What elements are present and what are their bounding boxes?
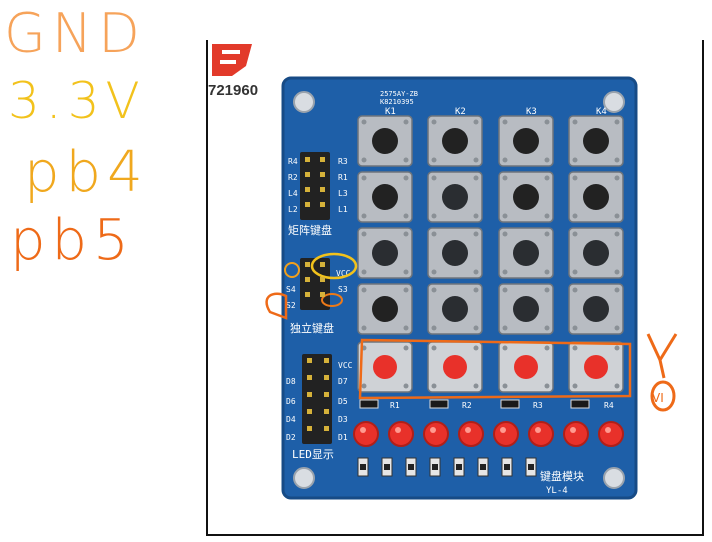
keypad-button <box>498 283 554 335</box>
resistor <box>570 399 590 409</box>
matrix-pin-r2: R2 <box>288 173 298 182</box>
resistor-label-r4: R4 <box>604 401 614 410</box>
matrix-pin-r1: R1 <box>338 173 348 182</box>
matrix-pin-l3: L3 <box>338 189 348 198</box>
keypad-button <box>568 115 624 167</box>
keypad-button <box>498 227 554 279</box>
led-pin-d6: D6 <box>286 397 296 406</box>
indep-pin-s2: S2 <box>286 301 296 310</box>
keypad-button <box>427 227 483 279</box>
header-pin <box>305 262 310 267</box>
header-pin <box>320 157 325 162</box>
module-name: 键盘模块 <box>540 469 584 483</box>
matrix-title: 矩阵键盘 <box>288 223 332 237</box>
red-led <box>388 421 414 447</box>
header-pin <box>307 409 312 414</box>
keypad-button <box>568 171 624 223</box>
led-pin-d1: D1 <box>338 433 348 442</box>
header-pin <box>307 426 312 431</box>
red-led <box>528 421 554 447</box>
independent-header <box>300 258 330 310</box>
keypad-button <box>357 171 413 223</box>
led-pin-d4: D4 <box>286 415 296 424</box>
header-pin <box>324 358 329 363</box>
matrix-header <box>300 152 330 220</box>
keypad-button <box>427 283 483 335</box>
header-pin <box>305 202 310 207</box>
keypad-button <box>357 227 413 279</box>
keypad-button <box>498 341 554 393</box>
keypad-button <box>568 341 624 393</box>
header-pin <box>320 262 325 267</box>
annotation-side-mark <box>646 333 678 379</box>
resistor <box>429 399 449 409</box>
matrix-pin-l4: L4 <box>288 189 298 198</box>
led-pin-d3: D3 <box>338 415 348 424</box>
keypad-button <box>568 227 624 279</box>
annotation-side-text: VI <box>652 391 664 405</box>
brand-number: 721960 <box>208 82 258 99</box>
matrix-pin-r4: R4 <box>288 157 298 166</box>
keypad-module-photo: 721960 2575AY-ZB K8210395 K1 K2 K3 K4 R4… <box>208 44 678 500</box>
top-label-2: K8210395 <box>380 98 414 106</box>
keypad-button <box>357 283 413 335</box>
red-led <box>598 421 624 447</box>
header-pin <box>324 426 329 431</box>
led-pin-d2: D2 <box>286 433 296 442</box>
matrix-pin-l1: L1 <box>338 205 348 214</box>
header-pin <box>320 292 325 297</box>
header-pin <box>320 202 325 207</box>
header-pin <box>307 392 312 397</box>
keypad-button <box>498 171 554 223</box>
keypad-button <box>427 115 483 167</box>
led-title: LED显示 <box>292 448 334 461</box>
resistor <box>359 399 379 409</box>
keypad-button <box>427 171 483 223</box>
red-led <box>423 421 449 447</box>
led-pin-d5: D5 <box>338 397 348 406</box>
resistor-label-r3: R3 <box>533 401 543 410</box>
independent-title: 独立键盘 <box>290 321 334 335</box>
header-pin <box>320 172 325 177</box>
keypad-button <box>568 283 624 335</box>
header-pin <box>324 375 329 380</box>
keypad-button <box>427 341 483 393</box>
module-id: YL-4 <box>546 486 568 496</box>
header-pin <box>305 292 310 297</box>
header-pin <box>305 277 310 282</box>
matrix-pin-l2: L2 <box>288 205 298 214</box>
header-pin <box>307 375 312 380</box>
keypad-button <box>357 115 413 167</box>
header-pin <box>305 187 310 192</box>
resistor-label-r1: R1 <box>390 401 400 410</box>
header-pin <box>305 157 310 162</box>
top-label-1: 2575AY-ZB <box>380 90 418 98</box>
header-pin <box>305 172 310 177</box>
keypad-button <box>357 341 413 393</box>
red-led <box>353 421 379 447</box>
matrix-pin-r3: R3 <box>338 157 348 166</box>
resistor-label-r2: R2 <box>462 401 472 410</box>
header-pin <box>307 358 312 363</box>
header-pin <box>324 409 329 414</box>
header-pin <box>320 187 325 192</box>
led-pin-vcc: VCC <box>338 361 353 370</box>
red-led <box>493 421 519 447</box>
red-led <box>458 421 484 447</box>
red-led <box>563 421 589 447</box>
led-pin-d7: D7 <box>338 377 348 386</box>
led-pin-d8: D8 <box>286 377 296 386</box>
header-pin <box>320 277 325 282</box>
resistor <box>500 399 520 409</box>
header-pin <box>324 392 329 397</box>
keypad-button <box>498 115 554 167</box>
indep-pin-s3: S3 <box>338 285 348 294</box>
indep-pin-s4: S4 <box>286 285 296 294</box>
